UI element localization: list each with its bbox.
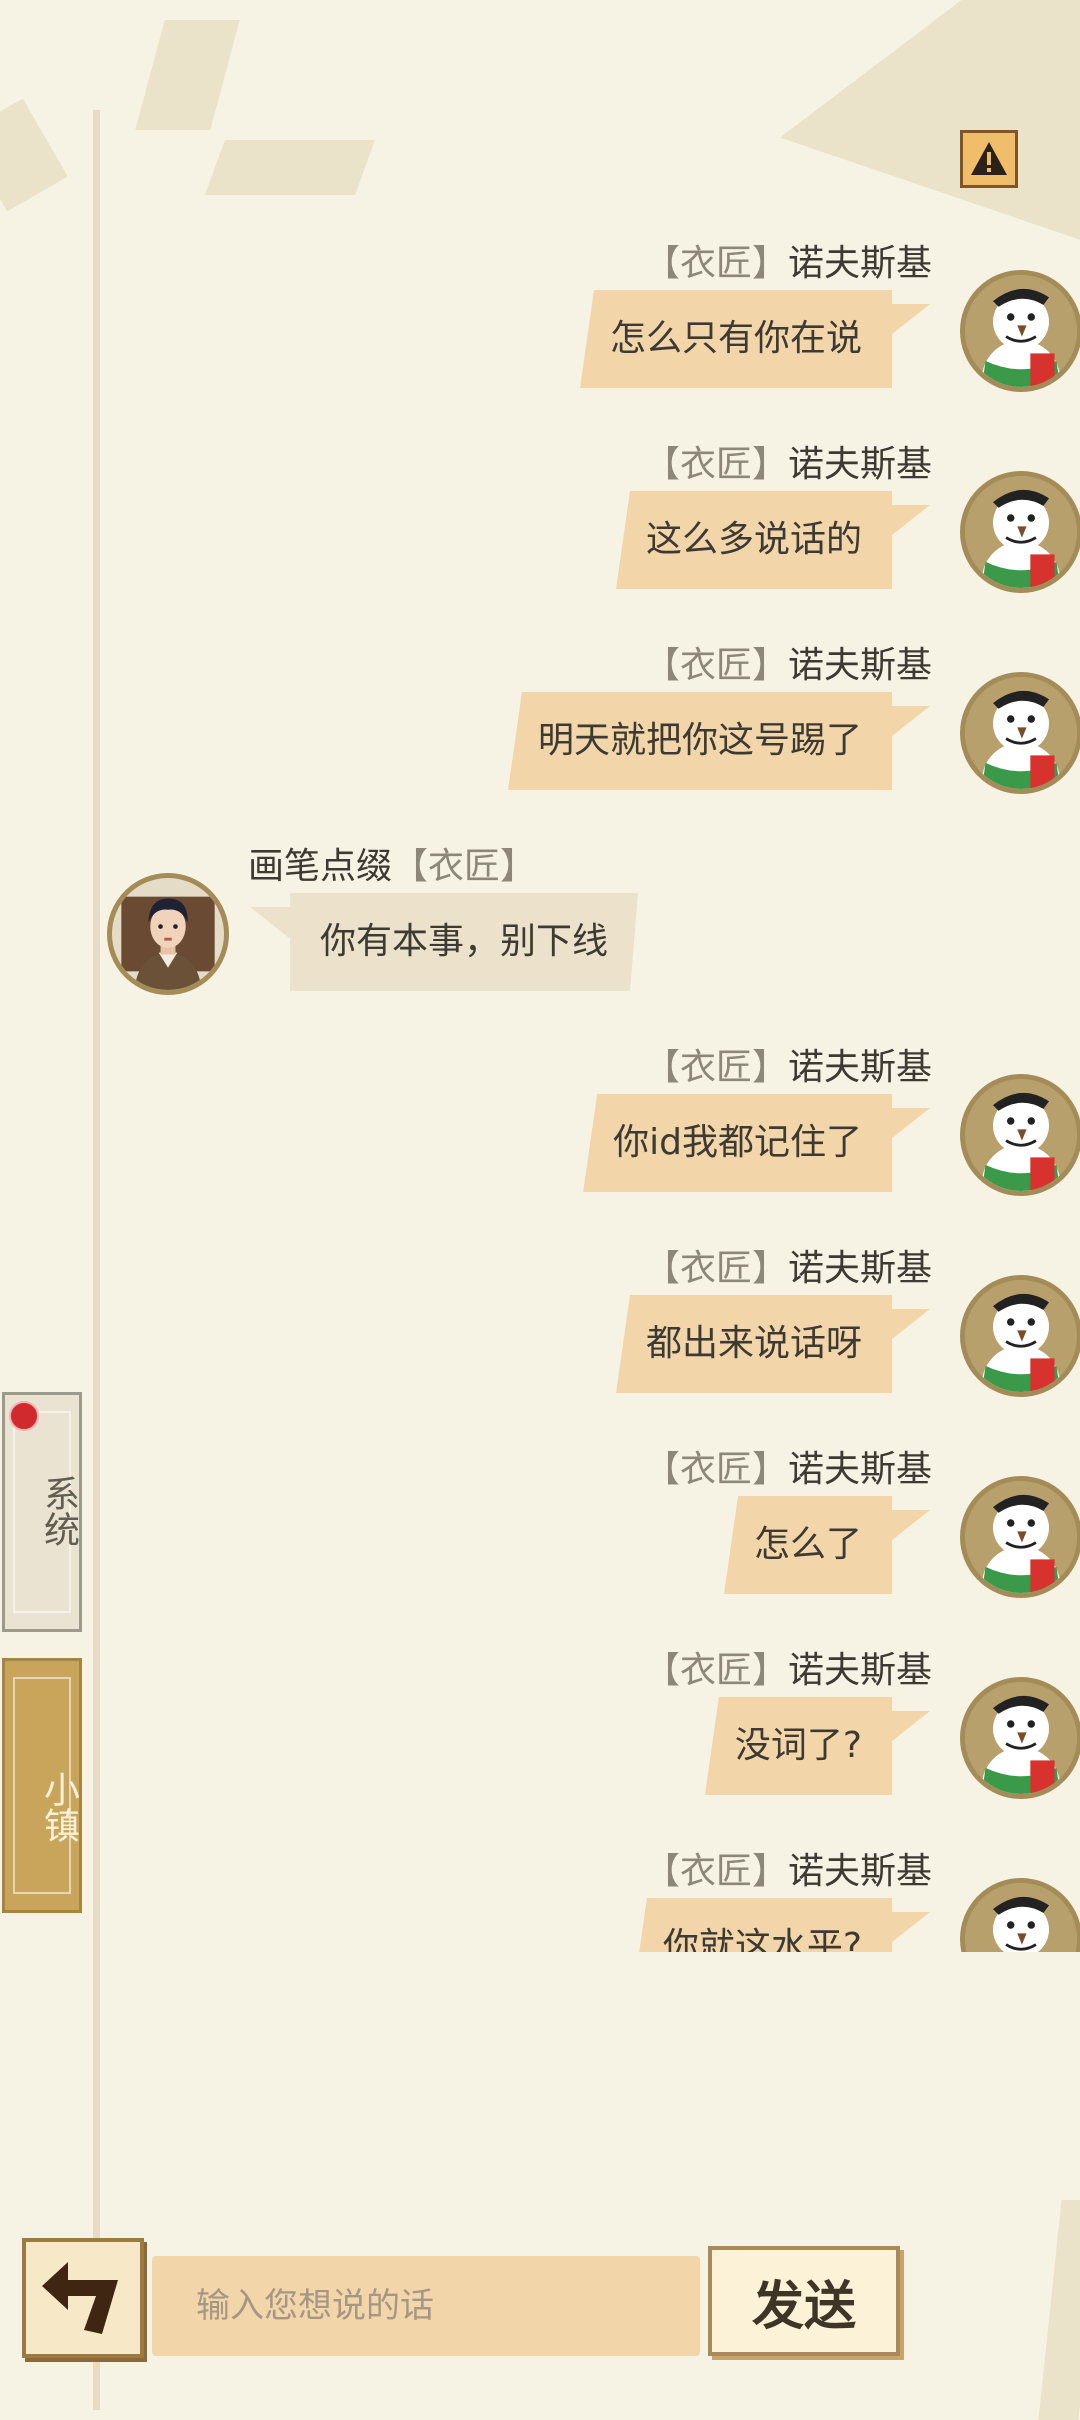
sender-name: 诺夫斯基 — [787, 1047, 932, 1088]
message-bubble: 没词了? — [704, 1697, 892, 1795]
sender-line: 【衣匠】诺夫斯基 — [644, 1044, 932, 1092]
chat-message: 【衣匠】诺夫斯基 你id我都记住了 — [0, 1044, 1080, 1224]
sender-line: 【衣匠】诺夫斯基 — [644, 441, 932, 489]
sender-name: 诺夫斯基 — [787, 645, 932, 686]
back-button[interactable] — [22, 2238, 144, 2358]
send-button-label: 发送 — [751, 2275, 856, 2337]
snowman-avatar[interactable] — [960, 270, 1080, 392]
message-bubble: 这么多说话的 — [615, 491, 892, 589]
chat-message: 【衣匠】诺夫斯基 这么多说话的 — [0, 441, 1080, 621]
sender-line: 画笔点缀【衣匠】 — [248, 843, 536, 891]
chat-message: 画笔点缀【衣匠】 你有本事，别下线 — [0, 843, 1080, 1023]
warning-icon — [971, 142, 1007, 175]
sender-tag: 【衣匠】 — [643, 444, 788, 485]
decor-shape — [780, 0, 1080, 250]
message-bubble: 怎么只有你在说 — [579, 290, 892, 388]
message-input[interactable] — [152, 2256, 700, 2356]
sender-tag: 【衣匠】 — [643, 645, 788, 686]
sender-name: 诺夫斯基 — [787, 243, 932, 284]
person-avatar[interactable] — [107, 873, 229, 995]
sender-line: 【衣匠】诺夫斯基 — [644, 1848, 932, 1896]
chat-log[interactable]: 【衣匠】诺夫斯基 怎么只有你在说 【衣匠】诺夫斯基 这么多说话的 【衣匠】诺夫斯… — [0, 240, 1080, 1952]
sender-tag: 【衣匠】 — [643, 1851, 788, 1892]
decor-shape — [135, 20, 240, 130]
sender-tag: 【衣匠】 — [643, 1650, 788, 1691]
snowman-avatar[interactable] — [960, 672, 1080, 794]
sender-name: 诺夫斯基 — [787, 1449, 932, 1490]
snowman-avatar[interactable] — [960, 1878, 1080, 1952]
sender-name: 诺夫斯基 — [787, 1650, 932, 1691]
chat-message: 【衣匠】诺夫斯基 怎么了 — [0, 1446, 1080, 1626]
sender-line: 【衣匠】诺夫斯基 — [644, 1446, 932, 1494]
sender-line: 【衣匠】诺夫斯基 — [644, 642, 932, 690]
snowman-avatar[interactable] — [960, 1476, 1080, 1598]
message-bubble: 你就这水平? — [632, 1898, 892, 1952]
sender-name: 诺夫斯基 — [787, 1851, 932, 1892]
sender-name: 画笔点缀 — [248, 846, 393, 887]
chat-message: 【衣匠】诺夫斯基 明天就把你这号踢了 — [0, 642, 1080, 822]
sender-line: 【衣匠】诺夫斯基 — [644, 1647, 932, 1695]
decor-shape — [0, 98, 68, 212]
chat-message: 【衣匠】诺夫斯基 都出来说话呀 — [0, 1245, 1080, 1425]
send-button[interactable]: 发送 — [708, 2246, 900, 2356]
snowman-avatar[interactable] — [960, 1074, 1080, 1196]
chat-message: 【衣匠】诺夫斯基 你就这水平? — [0, 1848, 1080, 1952]
message-bubble: 怎么了 — [723, 1496, 892, 1594]
message-bubble: 你有本事，别下线 — [290, 893, 638, 991]
chat-message: 【衣匠】诺夫斯基 没词了? — [0, 1647, 1080, 1827]
sender-name: 诺夫斯基 — [787, 444, 932, 485]
sender-line: 【衣匠】诺夫斯基 — [644, 1245, 932, 1293]
sender-tag: 【衣匠】 — [643, 243, 788, 284]
message-bubble: 明天就把你这号踢了 — [507, 692, 892, 790]
snowman-avatar[interactable] — [960, 1275, 1080, 1397]
sender-tag: 【衣匠】 — [643, 1047, 788, 1088]
back-arrow-icon — [42, 2262, 118, 2334]
report-button[interactable] — [960, 130, 1018, 188]
decor-shape — [204, 140, 376, 195]
sender-name: 诺夫斯基 — [787, 1248, 932, 1289]
message-bubble: 都出来说话呀 — [615, 1295, 892, 1393]
decor-shape — [1038, 2200, 1080, 2420]
sender-tag: 【衣匠】 — [392, 846, 537, 887]
message-bubble: 你id我都记住了 — [583, 1094, 892, 1192]
sender-line: 【衣匠】诺夫斯基 — [644, 240, 932, 288]
snowman-avatar[interactable] — [960, 471, 1080, 593]
sender-tag: 【衣匠】 — [643, 1449, 788, 1490]
snowman-avatar[interactable] — [960, 1677, 1080, 1799]
sender-tag: 【衣匠】 — [643, 1248, 788, 1289]
chat-message: 【衣匠】诺夫斯基 怎么只有你在说 — [0, 240, 1080, 420]
